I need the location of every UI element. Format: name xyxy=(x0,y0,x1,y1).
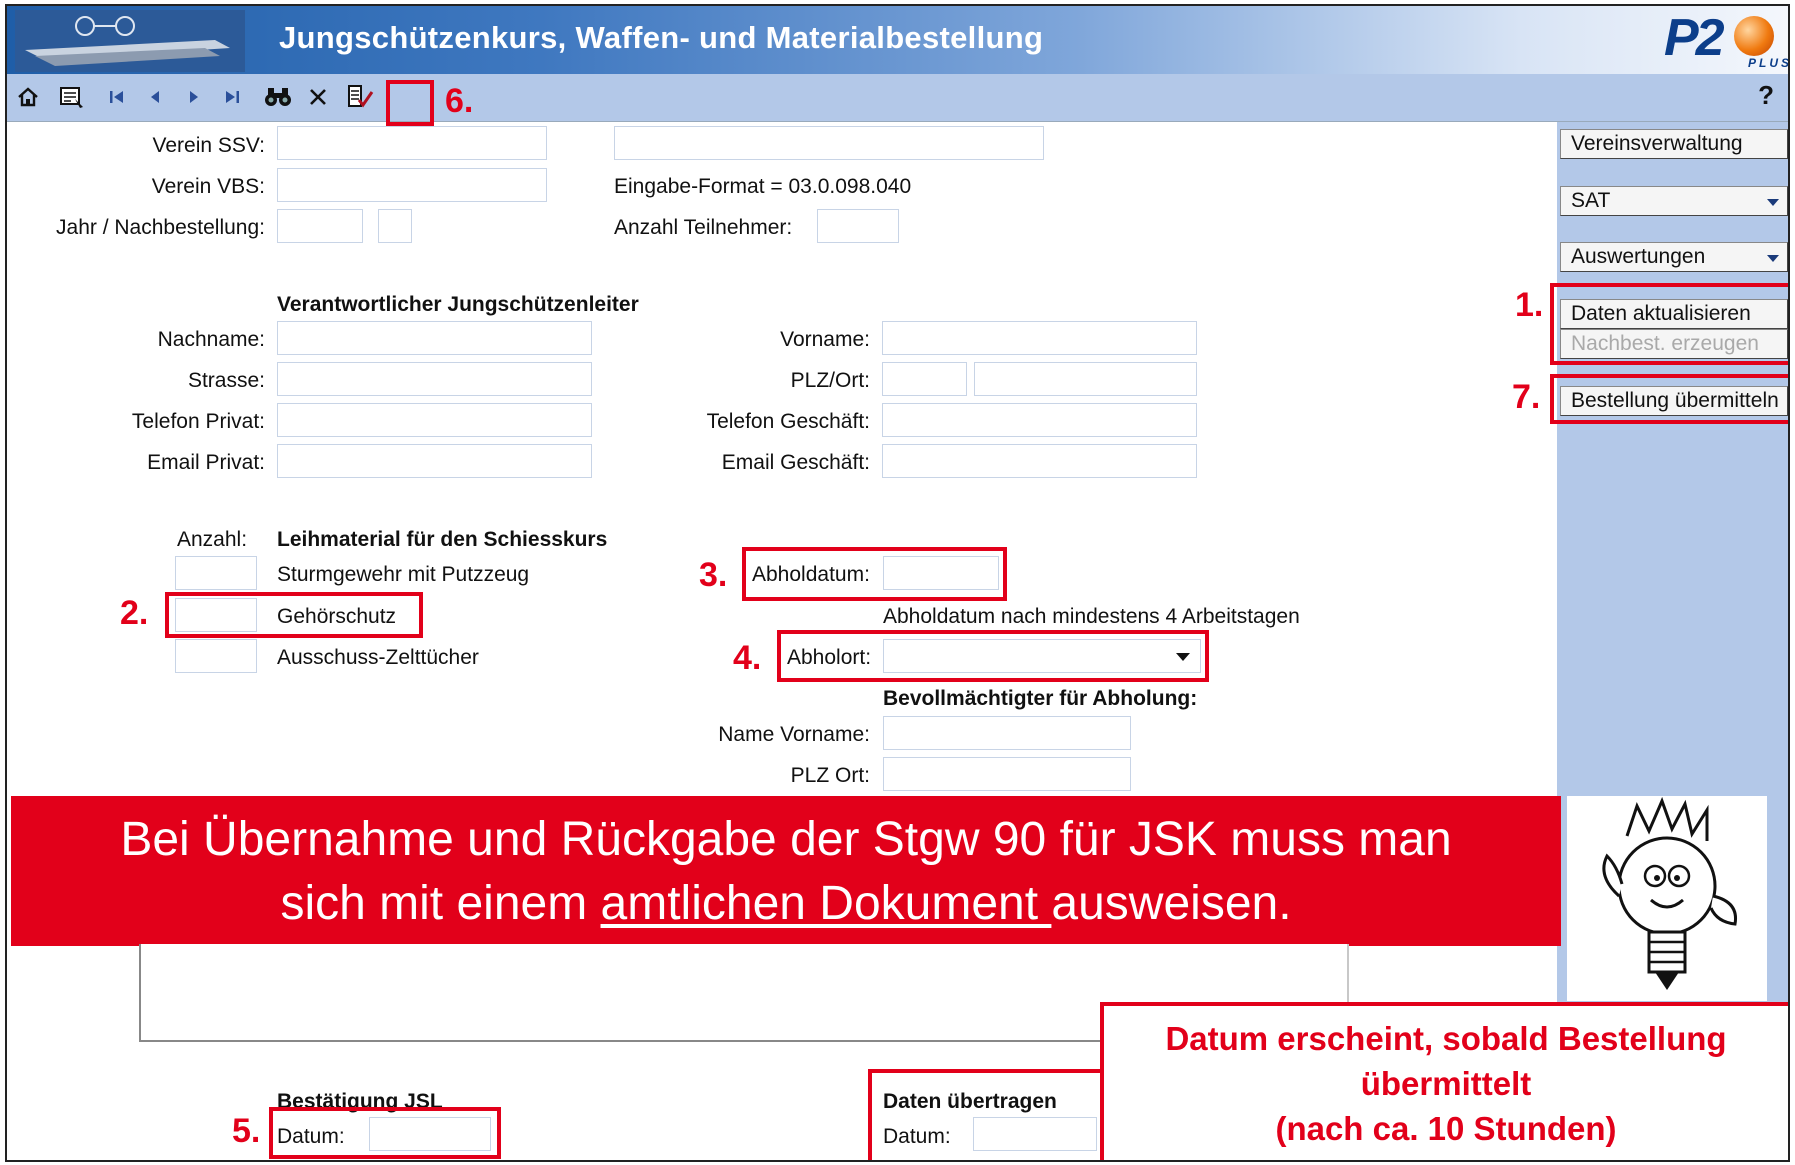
verein-vbs-field[interactable] xyxy=(277,168,547,202)
p2-plus-logo: P2 PLUS xyxy=(1664,9,1790,70)
bevollmaechtigter-name-field[interactable] xyxy=(883,716,1131,750)
step-7-highlight xyxy=(1550,374,1788,424)
app-window: Jungschützenkurs, Waffen- und Materialbe… xyxy=(5,4,1790,1162)
telefon-privat-label: Telefon Privat: xyxy=(131,410,265,433)
chevron-down-icon xyxy=(1767,199,1779,206)
delete-icon[interactable] xyxy=(303,82,333,112)
strasse-field[interactable] xyxy=(277,362,592,396)
step-6-highlight xyxy=(386,80,434,126)
name-vorname-label: Name Vorname: xyxy=(718,723,870,746)
binoculars-icon[interactable] xyxy=(263,82,293,112)
sturmgewehr-qty-field[interactable] xyxy=(175,556,257,590)
plz-ort-label: PLZ/Ort: xyxy=(790,369,870,392)
vorname-label: Vorname: xyxy=(780,328,870,351)
sturmgewehr-label: Sturmgewehr mit Putzzeug xyxy=(277,563,530,586)
nachname-label: Nachname: xyxy=(157,328,265,351)
chevron-down-icon xyxy=(1767,255,1779,262)
note-line-1: Datum erscheint, sobald Bestellung xyxy=(1165,1020,1727,1057)
leihmaterial-heading: Leihmaterial für den Schiesskurs xyxy=(277,528,608,551)
vorname-field[interactable] xyxy=(882,321,1197,355)
verein-ssv-label: Verein SSV: xyxy=(152,134,265,157)
vereinsverwaltung-button[interactable]: Vereinsverwaltung xyxy=(1560,129,1788,159)
verein-name-field[interactable] xyxy=(614,126,1044,160)
step-3-number: 3. xyxy=(699,556,728,594)
toolbar: ? xyxy=(7,74,1788,122)
anzahl-teilnehmer-field[interactable] xyxy=(817,209,899,243)
step-7-number: 7. xyxy=(1512,378,1541,416)
step-4-highlight xyxy=(777,630,1209,682)
step-2-number: 2. xyxy=(120,594,149,632)
strasse-label: Strasse: xyxy=(187,369,265,392)
abholdatum-note: Abholdatum nach mindestens 4 Arbeitstage… xyxy=(883,605,1300,628)
verein-vbs-label: Verein VBS: xyxy=(151,175,265,198)
note-line-2: übermittelt xyxy=(1360,1065,1532,1102)
save-check-icon[interactable] xyxy=(345,82,375,112)
banner-line-1: Bei Übernahme und Rückgabe der Stgw 90 f… xyxy=(120,813,1452,866)
nachname-field[interactable] xyxy=(277,321,592,355)
home-icon[interactable] xyxy=(13,82,43,112)
bevollmaechtigter-heading: Bevollmächtigter für Abholung: xyxy=(883,687,1198,710)
anzahl-teilnehmer-label: Anzahl Teilnehmer: xyxy=(614,216,793,239)
email-geschaeft-label: Email Geschäft: xyxy=(721,451,870,474)
ort-field[interactable] xyxy=(974,362,1197,396)
next-record-icon[interactable] xyxy=(179,82,209,112)
nachbestellung-field[interactable] xyxy=(378,209,412,243)
jahr-field[interactable] xyxy=(277,209,363,243)
zelttuecher-label: Ausschuss-Zelttücher xyxy=(277,646,479,669)
step-6-number: 6. xyxy=(445,82,474,120)
zelttuecher-qty-field[interactable] xyxy=(175,639,257,673)
telefon-geschaeft-field[interactable] xyxy=(882,403,1197,437)
banner-line-2: sich mit einem amtlichen Dokument auswei… xyxy=(280,877,1292,930)
leiter-heading: Verantwortlicher Jungschützenleiter xyxy=(277,293,639,316)
step-5-number: 5. xyxy=(232,1112,261,1150)
note-line-3: (nach ca. 10 Stunden) xyxy=(1275,1110,1617,1147)
sat-dropdown[interactable]: SAT xyxy=(1560,186,1788,216)
eingabe-format-hint: Eingabe-Format = 03.0.098.040 xyxy=(614,175,912,198)
plz-field[interactable] xyxy=(882,362,967,396)
daten-uebertragen-highlight xyxy=(868,1069,1106,1160)
jahr-label: Jahr / Nachbestellung: xyxy=(56,216,265,239)
warning-banner: Bei Übernahme und Rückgabe der Stgw 90 f… xyxy=(11,796,1561,946)
app-title: Jungschützenkurs, Waffen- und Materialbe… xyxy=(279,20,1044,55)
telefon-geschaeft-label: Telefon Geschäft: xyxy=(706,410,870,433)
datum-note-box: Datum erscheint, sobald Bestellung überm… xyxy=(1100,1002,1788,1160)
telefon-privat-field[interactable] xyxy=(277,403,592,437)
anzahl-label: Anzahl: xyxy=(177,528,248,551)
form-edit-icon[interactable] xyxy=(57,82,87,112)
email-privat-label: Email Privat: xyxy=(147,451,265,474)
step-3-highlight xyxy=(742,547,1007,601)
step-2-highlight xyxy=(165,592,423,638)
lightbulb-mascot-icon xyxy=(1567,796,1767,1001)
previous-record-icon[interactable] xyxy=(140,82,170,112)
last-record-icon[interactable] xyxy=(217,82,247,112)
step-5-highlight xyxy=(269,1107,501,1159)
first-record-icon[interactable] xyxy=(102,82,132,112)
auswertungen-label: Auswertungen xyxy=(1571,245,1706,268)
step-4-number: 4. xyxy=(733,639,762,677)
rifle-logo-icon xyxy=(15,10,245,72)
plz-ort2-label: PLZ Ort: xyxy=(790,764,870,787)
verein-ssv-field[interactable] xyxy=(277,126,547,160)
sat-label: SAT xyxy=(1571,189,1611,212)
help-button[interactable]: ? xyxy=(1758,80,1774,111)
email-privat-field[interactable] xyxy=(277,444,592,478)
step-1-highlight xyxy=(1550,283,1788,365)
bevollmaechtigter-plz-ort-field[interactable] xyxy=(883,757,1131,791)
auswertungen-dropdown[interactable]: Auswertungen xyxy=(1560,242,1788,272)
email-geschaeft-field[interactable] xyxy=(882,444,1197,478)
step-1-number: 1. xyxy=(1515,286,1544,324)
title-bar: Jungschützenkurs, Waffen- und Materialbe… xyxy=(7,6,1788,74)
